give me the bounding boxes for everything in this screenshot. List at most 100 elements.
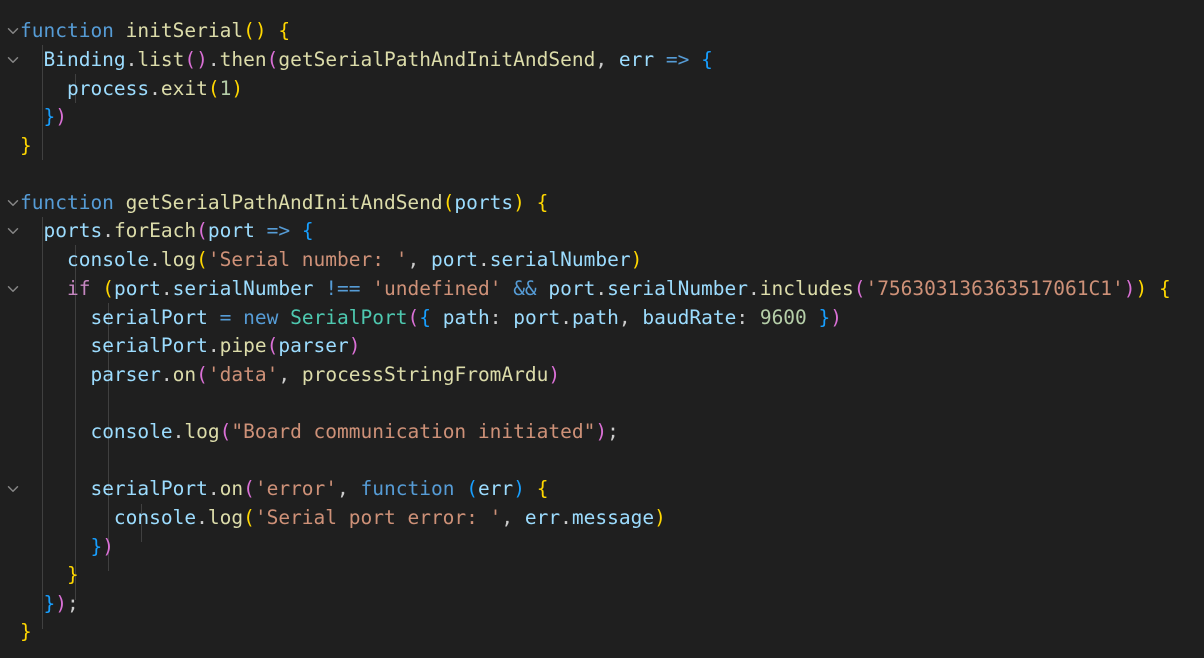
code-line-15[interactable]: console.log("Board communication initiat… — [20, 418, 619, 447]
token-b1: { — [536, 191, 549, 214]
token-var: serialNumber — [607, 277, 749, 300]
token-var: port — [548, 277, 596, 300]
token-func: getSerialPathAndInitAndSend — [125, 191, 443, 214]
token-var: path — [571, 306, 619, 329]
token-var: serialPort — [90, 334, 208, 357]
code-line-12[interactable]: serialPort.pipe(parser) — [20, 332, 360, 361]
token-op: !== — [325, 277, 361, 300]
token-b2: ) — [595, 420, 608, 443]
token-punct: . — [748, 277, 760, 300]
token-punct: : — [489, 306, 502, 329]
code-line-18[interactable]: console.log('Serial port error: ', err.m… — [20, 504, 666, 533]
token-b3: ) — [513, 477, 525, 500]
token-var: path — [442, 306, 490, 329]
token-punct: , — [501, 506, 514, 529]
token-op: = — [219, 306, 232, 329]
token-punct: . — [160, 363, 173, 386]
token-punct: : — [736, 306, 749, 329]
token-punct: . — [595, 277, 608, 300]
token-var: serialNumber — [489, 248, 631, 271]
token-b1: ) — [630, 248, 643, 271]
code-line-4[interactable]: }) — [20, 103, 67, 132]
code-editor[interactable]: function initSerial() { Binding.list().t… — [0, 0, 1204, 658]
token-keyword: new — [243, 306, 279, 329]
token-func: then — [219, 48, 267, 71]
token-b1: { — [536, 477, 549, 500]
token-control: if — [66, 277, 91, 300]
token-b3: } — [818, 306, 831, 329]
token-b1: ( — [207, 77, 220, 100]
token-b1: ) — [254, 19, 267, 42]
token-punct: . — [125, 48, 138, 71]
token-func: getSerialPathAndInitAndSend — [278, 48, 596, 71]
token-b2: ( — [853, 277, 866, 300]
token-b2: ) — [55, 105, 67, 128]
code-line-3[interactable]: process.exit(1) — [20, 75, 243, 104]
token-class: SerialPort — [290, 306, 408, 329]
token-punct: . — [102, 219, 114, 242]
token-punct: , — [337, 477, 349, 500]
token-b3: { — [419, 306, 431, 329]
token-b2: ) — [196, 48, 208, 71]
code-line-19[interactable]: }) — [20, 533, 114, 562]
token-punct: . — [560, 506, 572, 529]
code-line-20[interactable]: } — [20, 561, 79, 590]
token-keyword: function — [20, 19, 114, 42]
token-var: Binding — [43, 48, 126, 71]
token-b1: ( — [196, 248, 208, 271]
token-string: 'undefined' — [372, 277, 502, 300]
code-line-17[interactable]: serialPort.on('error', function (err) { — [20, 475, 548, 504]
token-b1: ) — [1135, 277, 1148, 300]
token-b1: ( — [442, 191, 455, 214]
token-var: err — [618, 48, 655, 71]
token-string: "Board communication initiated" — [231, 420, 596, 443]
token-string: 'error' — [254, 477, 338, 500]
token-var: port — [513, 306, 561, 329]
code-line-9[interactable]: console.log('Serial number: ', port.seri… — [20, 246, 642, 275]
token-b3: } — [43, 592, 56, 615]
token-b2: ( — [266, 334, 279, 357]
code-line-1[interactable]: function initSerial() { — [20, 17, 290, 46]
token-var: console — [90, 420, 173, 443]
code-line-13[interactable]: parser.on('data', processStringFromArdu) — [20, 361, 560, 390]
token-punct: . — [477, 248, 490, 271]
token-func: exit — [160, 77, 208, 100]
token-punct: ; — [607, 420, 619, 443]
token-op: => — [665, 48, 690, 71]
token-string: 'data' — [207, 363, 279, 386]
token-b2: ) — [55, 592, 67, 615]
code-line-10[interactable]: if (port.serialNumber !== 'undefined' &&… — [20, 275, 1171, 304]
code-line-2[interactable]: Binding.list().then(getSerialPathAndInit… — [20, 46, 713, 75]
token-b1: ( — [243, 506, 255, 529]
token-var: ports — [454, 191, 514, 214]
code-content[interactable]: function initSerial() { Binding.list().t… — [0, 0, 1204, 658]
token-keyword: function — [360, 477, 455, 500]
code-line-11[interactable]: serialPort = new SerialPort({ path: port… — [20, 304, 842, 333]
token-b3: { — [701, 48, 713, 71]
code-line-8[interactable]: ports.forEach(port => { — [20, 217, 313, 246]
token-punct: . — [172, 420, 185, 443]
code-line-7[interactable]: function getSerialPathAndInitAndSend(por… — [20, 189, 548, 218]
code-line-22[interactable]: } — [20, 618, 32, 647]
code-line-21[interactable]: }); — [20, 590, 78, 619]
code-line-5[interactable]: } — [20, 132, 32, 161]
token-var: console — [113, 506, 197, 529]
token-var: port — [430, 248, 478, 271]
token-var: parser — [278, 334, 349, 357]
token-b1: { — [278, 19, 291, 42]
